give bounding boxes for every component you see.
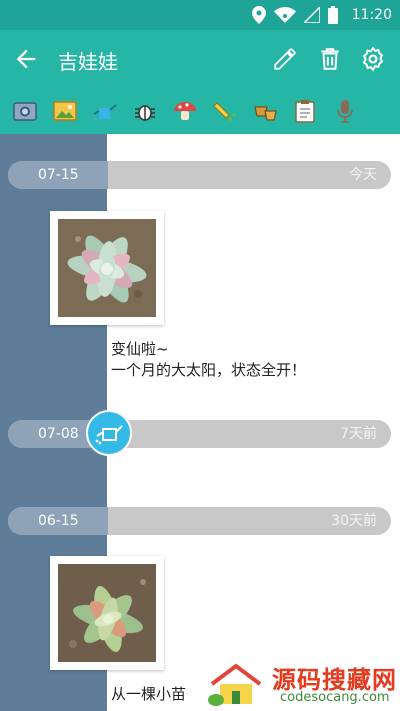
entry-relative-time: 7天前 xyxy=(340,426,377,442)
fertilizer-icon[interactable] xyxy=(212,98,238,124)
picture-icon[interactable] xyxy=(52,98,78,124)
date-bar-entry-3: 06-15 30天前 xyxy=(8,507,391,535)
date-bar-entry-1: 07-15 今天 xyxy=(8,161,391,189)
wifi-icon xyxy=(273,7,296,23)
entry-relative-time: 30天前 xyxy=(331,513,377,529)
watering-can-icon xyxy=(95,425,123,445)
watermark-logo: 源码搜藏网 codesocang.com xyxy=(200,656,400,711)
action-icon-bar xyxy=(0,88,400,134)
delete-trash-icon[interactable] xyxy=(317,46,343,72)
entry-note: 从一棵小苗 xyxy=(111,684,186,705)
bug-icon[interactable] xyxy=(132,98,158,124)
mushroom-icon[interactable] xyxy=(172,98,198,124)
succulent-photo xyxy=(58,219,156,317)
succulent-photo xyxy=(58,564,156,662)
entry-date: 06-15 xyxy=(8,507,108,535)
location-icon xyxy=(251,6,266,24)
watermark-domain: codesocang.com xyxy=(280,690,390,705)
entry-note: 变仙啦~ 一个月的大太阳，状态全开！ xyxy=(111,339,306,381)
camera-icon[interactable] xyxy=(12,98,38,124)
note-line: 变仙啦~ xyxy=(111,340,169,358)
plant-photo-card[interactable] xyxy=(50,556,164,670)
note-line: 一个月的大太阳，状态全开！ xyxy=(111,361,307,379)
status-bar: 11:20 xyxy=(0,0,400,30)
entry-relative-time: 今天 xyxy=(349,167,377,183)
watering-badge[interactable] xyxy=(86,410,132,456)
clipboard-icon[interactable] xyxy=(292,98,318,124)
signal-icon xyxy=(303,7,320,23)
repot-icon[interactable] xyxy=(252,98,278,124)
back-arrow-icon[interactable] xyxy=(12,45,40,73)
entry-date: 07-15 xyxy=(8,161,108,189)
battery-icon xyxy=(327,6,338,24)
status-time: 11:20 xyxy=(351,7,392,23)
plant-photo-card[interactable] xyxy=(50,211,164,325)
microphone-icon[interactable] xyxy=(332,98,358,124)
page-title: 吉娃娃 xyxy=(58,50,118,74)
house-logo-icon xyxy=(208,663,262,706)
watering-can-icon[interactable] xyxy=(92,98,118,124)
edit-pencil-icon[interactable] xyxy=(272,46,298,72)
note-line: 从一棵小苗 xyxy=(111,685,187,703)
date-bar-entry-2: 07-08 7天前 xyxy=(8,420,391,448)
app-toolbar: 吉娃娃 xyxy=(0,30,400,88)
settings-gear-icon[interactable] xyxy=(360,46,386,72)
